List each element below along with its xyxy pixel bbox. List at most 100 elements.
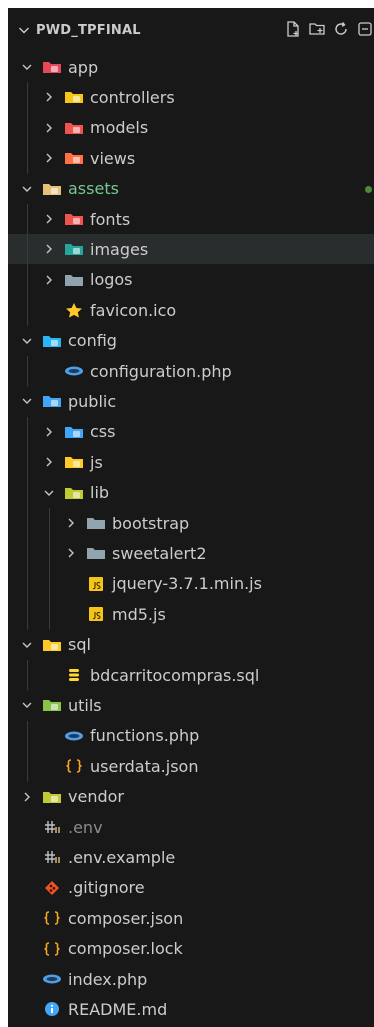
tree-item-label: app [68, 57, 99, 77]
tree-item-label: images [90, 239, 149, 259]
tree-item-label: composer.lock [68, 939, 183, 959]
indent-guide [27, 720, 28, 782]
git-modified-dot [365, 185, 372, 193]
js-file-icon [86, 576, 106, 592]
chevron-down-icon[interactable] [16, 22, 32, 38]
tree-folder[interactable]: vendor [8, 782, 374, 812]
tree-item-label: bdcarritocompras.sql [90, 665, 260, 685]
chevron-right-icon[interactable] [42, 455, 56, 469]
tree-file[interactable]: favicon.ico [8, 295, 374, 325]
tree-file[interactable]: md5.js [8, 599, 374, 629]
tree-folder[interactable]: logos [8, 265, 374, 295]
chevron-right-icon[interactable] [42, 273, 56, 287]
tree-folder[interactable]: js [8, 447, 374, 477]
tree-file[interactable]: functions.php [8, 721, 374, 751]
tree-item-label: .gitignore [68, 878, 145, 898]
chevron-right-icon[interactable] [42, 121, 56, 135]
tree-item-label: js [90, 452, 103, 472]
chevron-right-icon[interactable] [20, 790, 34, 804]
tree-file[interactable]: .env.example [8, 842, 374, 872]
tree-folder[interactable]: lib [8, 478, 374, 508]
indent-guide [49, 508, 50, 630]
tree-file[interactable]: jquery-3.7.1.min.js [8, 569, 374, 599]
tree-file[interactable]: configuration.php [8, 356, 374, 386]
tree-item-label: favicon.ico [90, 300, 177, 320]
tree-item-label: functions.php [90, 726, 200, 746]
new-folder-icon[interactable] [308, 20, 326, 38]
php-icon [64, 363, 84, 379]
tree-folder[interactable]: sql [8, 630, 374, 660]
js-file-icon [86, 606, 106, 622]
chevron-down-icon[interactable] [42, 486, 56, 500]
tree-item-label: bootstrap [112, 513, 190, 533]
css-folder-icon [64, 424, 84, 440]
tree-item-label: .env [68, 817, 103, 837]
folder-icon [86, 545, 106, 561]
chevron-down-icon[interactable] [20, 60, 34, 74]
tree-item-label: fonts [90, 209, 131, 229]
tree-folder[interactable]: views [8, 143, 374, 173]
chevron-down-icon[interactable] [20, 394, 34, 408]
collapse-all-icon[interactable] [356, 20, 374, 38]
tree-folder[interactable]: assets [8, 174, 374, 204]
env-icon [42, 819, 62, 835]
tree-folder[interactable]: sweetalert2 [8, 538, 374, 568]
indent-guide [27, 416, 28, 630]
chevron-right-icon[interactable] [42, 151, 56, 165]
chevron-right-icon[interactable] [42, 242, 56, 256]
chevron-down-icon[interactable] [20, 182, 34, 196]
tree-file[interactable]: .env [8, 812, 374, 842]
tree-item-label: composer.json [68, 908, 184, 928]
tree-file[interactable]: userdata.json [8, 751, 374, 781]
new-file-icon[interactable] [284, 20, 302, 38]
chevron-right-icon[interactable] [64, 546, 78, 560]
chevron-down-icon[interactable] [20, 698, 34, 712]
tree-folder[interactable]: config [8, 326, 374, 356]
tree-folder[interactable]: fonts [8, 204, 374, 234]
tree-folder[interactable]: css [8, 417, 374, 447]
assets-folder-icon [42, 181, 62, 197]
tree-file[interactable]: bdcarritocompras.sql [8, 660, 374, 690]
tree-item-label: controllers [90, 87, 175, 107]
chevron-right-icon[interactable] [42, 90, 56, 104]
tree-item-label: sweetalert2 [112, 543, 207, 563]
tree-folder[interactable]: models [8, 113, 374, 143]
tree-file[interactable]: composer.json [8, 903, 374, 933]
json-icon [42, 941, 62, 957]
chevron-right-icon[interactable] [42, 425, 56, 439]
indent-guide [27, 356, 28, 387]
refresh-icon[interactable] [332, 20, 350, 38]
lib-folder-icon [64, 485, 84, 501]
chevron-right-icon[interactable] [64, 516, 78, 530]
js-folder-icon [64, 454, 84, 470]
explorer-header[interactable]: PWD_TPFINAL [8, 8, 374, 52]
tree-item-label: css [90, 422, 116, 442]
chevron-down-icon[interactable] [20, 638, 34, 652]
models-folder-icon [64, 120, 84, 136]
tree-folder[interactable]: app [8, 52, 374, 82]
chevron-right-icon[interactable] [42, 212, 56, 226]
tree-folder[interactable]: public [8, 386, 374, 416]
explorer-panel: PWD_TPFINAL app controllers models views ass… [8, 8, 374, 1027]
tree-item-label: models [90, 118, 149, 138]
tree-folder[interactable]: utils [8, 690, 374, 720]
explorer-actions [284, 20, 374, 38]
tree-item-label: userdata.json [90, 756, 199, 776]
tree-folder[interactable]: controllers [8, 82, 374, 112]
tree-file[interactable]: index.php [8, 964, 374, 994]
tree-item-label: config [68, 331, 117, 351]
tree-item-label: md5.js [112, 604, 166, 624]
database-icon [64, 667, 84, 683]
tree-file[interactable]: composer.lock [8, 934, 374, 964]
chevron-down-icon[interactable] [20, 334, 34, 348]
tree-file[interactable]: README.md [8, 994, 374, 1024]
tree-folder[interactable]: bootstrap [8, 508, 374, 538]
tree-file[interactable]: .gitignore [8, 873, 374, 903]
indent-guide [27, 204, 28, 326]
tree-item-label: jquery-3.7.1.min.js [112, 574, 262, 594]
sql-folder-icon [42, 637, 62, 653]
app-folder-icon [42, 59, 62, 75]
images-folder-icon [64, 241, 84, 257]
tree-folder[interactable]: images [8, 234, 374, 265]
controllers-folder-icon [64, 89, 84, 105]
